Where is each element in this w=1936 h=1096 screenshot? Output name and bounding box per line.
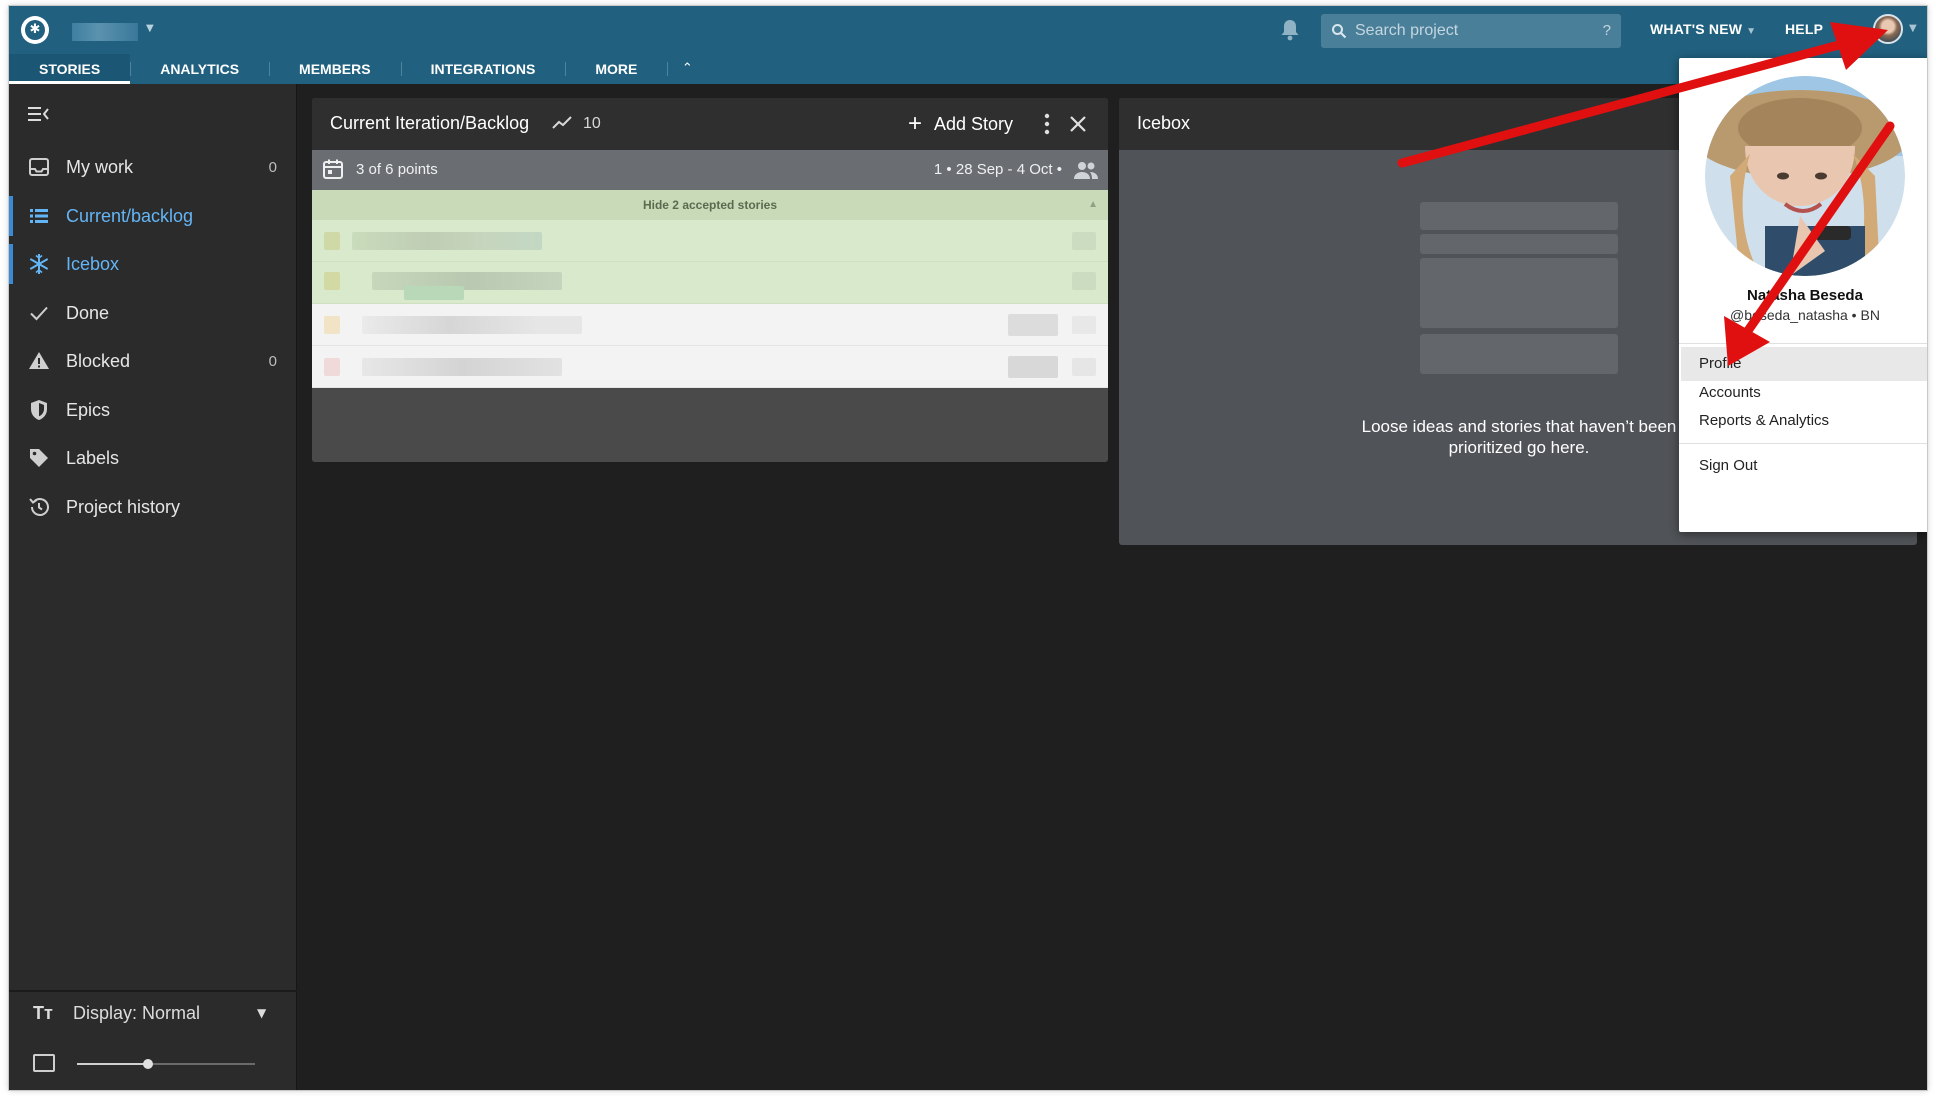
sidebar-item-icebox[interactable]: Icebox [9, 240, 297, 288]
chevron-up-icon: ▲ [1088, 199, 1098, 210]
profile-name: Natasha Beseda [1747, 287, 1863, 304]
sidebar-item-count: 0 [268, 352, 277, 370]
tab-analytics[interactable]: ANALYTICS [130, 54, 269, 84]
zoom-slider[interactable] [77, 1059, 255, 1069]
velocity-value: 10 [583, 115, 601, 132]
story-row[interactable] [312, 346, 1108, 388]
iteration-points: 3 of 6 points [356, 161, 438, 178]
whats-new-menu[interactable]: WHAT'S NEW ▼ [1650, 21, 1756, 37]
sidebar-item-count: 0 [268, 158, 277, 176]
search-icon [1332, 24, 1347, 39]
tab-more[interactable]: MORE [565, 54, 667, 84]
search-input[interactable] [1355, 14, 1585, 48]
calendar-icon [323, 159, 343, 179]
backlog-panel: Current Iteration/Backlog 10 + Add Story … [312, 98, 1108, 462]
placeholder-story [1420, 202, 1618, 230]
sidebar-item-label: Labels [66, 447, 120, 468]
inbox-icon [29, 158, 49, 176]
sidebar-item-current-backlog[interactable]: Current/backlog [9, 192, 297, 240]
plus-icon: + [908, 110, 923, 137]
placeholder-story [1420, 258, 1618, 328]
user-avatar-button[interactable] [1873, 14, 1903, 44]
sidebar-item-label: Epics [66, 399, 111, 420]
warning-icon [29, 352, 49, 369]
sidebar-item-my-work[interactable]: My work 0 [9, 143, 297, 191]
chevron-down-icon: ▼ [1746, 26, 1757, 37]
more-options-icon[interactable] [1042, 112, 1052, 136]
sidebar-item-labels[interactable]: Labels [9, 434, 297, 482]
search-help-icon[interactable]: ? [1603, 22, 1611, 39]
tag-icon [30, 449, 48, 467]
sidebar-item-blocked[interactable]: Blocked 0 [9, 337, 297, 385]
placeholder-story [1420, 234, 1618, 254]
profile-dropdown-menu: Natasha Beseda @beseda_natasha • BN Prof… [1679, 58, 1927, 532]
notifications-bell-icon[interactable] [1279, 18, 1301, 42]
iteration-dates: 1 • 28 Sep - 4 Oct • [933, 161, 1062, 178]
velocity-trend-icon [552, 116, 572, 129]
profile-handle: @beseda_natasha • BN [1730, 307, 1880, 323]
chevron-down-icon: ▼ [257, 1006, 267, 1020]
menu-divider [1679, 343, 1927, 344]
project-dropdown-caret-icon[interactable]: ▼ [146, 23, 154, 34]
sidebar-item-label: Current/backlog [66, 205, 194, 226]
check-icon [30, 306, 48, 321]
text-size-icon: Tт [33, 1003, 53, 1023]
zoom-slider-handle[interactable] [143, 1059, 154, 1069]
sidebar-item-epics[interactable]: Epics [9, 386, 297, 434]
shield-icon [31, 400, 47, 420]
menu-divider [1679, 443, 1927, 444]
tab-stories[interactable]: STORIES [9, 54, 131, 84]
backlog-panel-title: Current Iteration/Backlog [330, 113, 530, 133]
backlog-panel-header: Current Iteration/Backlog 10 + Add Story [312, 98, 1108, 150]
history-icon [29, 498, 49, 516]
zoom-row [9, 1040, 297, 1088]
sidebar-item-label: Done [66, 302, 110, 323]
tab-members[interactable]: MEMBERS [269, 54, 401, 84]
top-bar: ✱ ▼ ? WHAT'S NEW▼ HELP ▼ STORIES ANALYTI… [9, 6, 1927, 84]
zoom-fit-icon [33, 1054, 55, 1072]
story-row[interactable] [312, 220, 1108, 262]
placeholder-story [1420, 334, 1618, 374]
app-logo-icon[interactable]: ✱ [21, 16, 49, 44]
sidebar-item-label: Blocked [66, 350, 131, 371]
profile-photo [1705, 76, 1905, 276]
help-menu[interactable]: HELP [1785, 21, 1823, 37]
display-density-label: Display: Normal [73, 1003, 201, 1023]
chevron-down-icon[interactable]: ▼ [1909, 23, 1917, 34]
icebox-panel-title: Icebox [1137, 113, 1191, 133]
list-icon [30, 209, 48, 223]
close-panel-icon[interactable] [1068, 114, 1088, 134]
story-row[interactable] [312, 304, 1108, 346]
sidebar-item-done[interactable]: Done [9, 289, 297, 337]
sidebar-item-project-history[interactable]: Project history [9, 483, 297, 531]
app-window: ✱ ▼ ? WHAT'S NEW▼ HELP ▼ STORIES ANALYTI… [9, 6, 1927, 1090]
story-row[interactable] [312, 262, 1108, 304]
display-density-select[interactable]: Tт Display: Normal ▼ [9, 990, 297, 1040]
backlog-panel-footer [312, 414, 1108, 462]
hide-accepted-stories-toggle[interactable]: Hide 2 accepted stories ▲ [312, 190, 1108, 220]
sidebar-item-label: Project history [66, 496, 181, 517]
sidebar: My work 0 Current/backlog Icebox Done Bl… [9, 84, 297, 1090]
iteration-header: 3 of 6 points 1 • 28 Sep - 4 Oct • [312, 150, 1108, 190]
search-box[interactable]: ? [1321, 14, 1621, 48]
zoom-slider-fill [77, 1063, 149, 1065]
menu-item-sign-out[interactable]: Sign Out [1681, 449, 1927, 483]
sidebar-item-label: My work [66, 156, 133, 177]
snowflake-icon [29, 254, 49, 274]
sidebar-toggle-icon[interactable] [26, 104, 50, 124]
main-tabs: STORIES ANALYTICS MEMBERS INTEGRATIONS M… [9, 54, 707, 84]
icebox-empty-message: Loose ideas and stories that haven’t bee… [1361, 417, 1677, 457]
menu-item-reports-analytics[interactable]: Reports & Analytics [1681, 404, 1927, 438]
team-members-icon[interactable] [1072, 160, 1100, 180]
project-name-redacted[interactable] [72, 23, 138, 41]
sidebar-item-label: Icebox [66, 253, 120, 274]
collapse-header-icon[interactable]: ⌃ [667, 54, 707, 84]
add-story-button[interactable]: + Add Story [908, 111, 1013, 137]
tab-integrations[interactable]: INTEGRATIONS [400, 54, 566, 84]
